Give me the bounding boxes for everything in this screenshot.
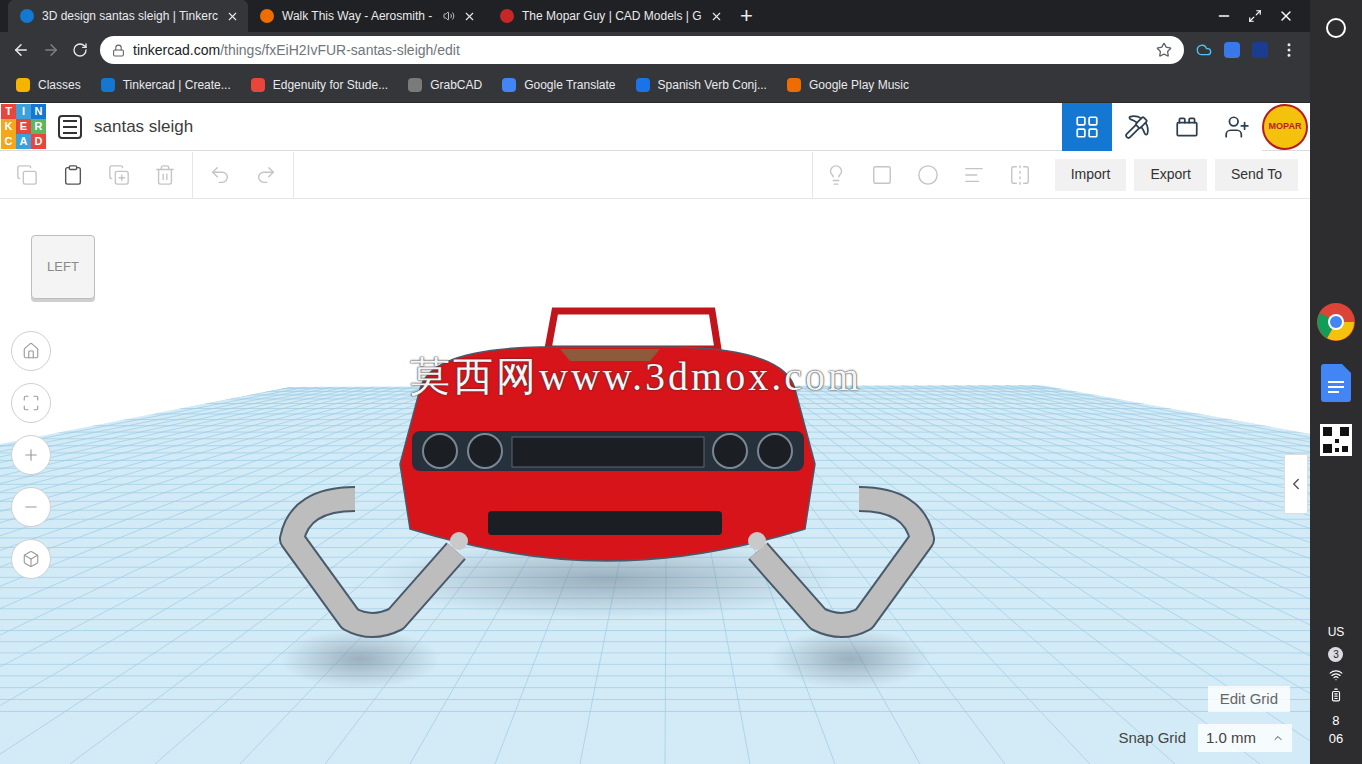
3d-design-nav-button[interactable] [1062, 103, 1112, 151]
lock-icon [112, 44, 125, 57]
browser-window: 3D design santas sleigh | TinkercWalk Th… [0, 0, 1310, 764]
bookmark-favicon-icon [251, 78, 265, 92]
mirror-icon[interactable] [997, 152, 1043, 198]
bookmark[interactable]: Google Play Music [787, 76, 909, 94]
menu-icon[interactable] [1280, 41, 1298, 59]
bookmark[interactable]: Edgenuity for Stude... [251, 76, 388, 94]
screen: 3D design santas sleigh | TinkercWalk Th… [0, 0, 1362, 764]
orthographic-button[interactable] [11, 539, 51, 579]
edit-toolbar: ImportExport Send To [0, 151, 1310, 199]
qr-app-icon[interactable] [1320, 424, 1352, 456]
bookmark[interactable]: Tinkercad | Create... [101, 76, 231, 94]
design-list-button[interactable] [58, 115, 82, 139]
sleigh-runner-icon[interactable] [292, 499, 922, 625]
bookmark-favicon-icon [787, 78, 801, 92]
codeblocks-nav-button[interactable] [1112, 103, 1162, 151]
design-title[interactable]: santas sleigh [94, 114, 193, 140]
bookmark-favicon-icon [636, 78, 650, 92]
delete-icon[interactable] [142, 152, 188, 198]
bookmark-favicon-icon [502, 78, 516, 92]
close-tab-icon[interactable] [710, 10, 723, 23]
reload-icon[interactable] [72, 42, 88, 58]
undo-icon[interactable] [197, 152, 243, 198]
audio-icon [443, 10, 455, 22]
duplicate-icon[interactable] [96, 152, 142, 198]
bookmark-favicon-icon [408, 78, 422, 92]
workplane-viewport[interactable]: 莫西网www.3dmox.com LEFT Edit Grid Snap Grid1.… [0, 199, 1310, 764]
snap-grid: Snap Grid1.0 mm [1118, 724, 1292, 752]
extension-icon[interactable] [1252, 42, 1268, 58]
bricks-nav-button[interactable] [1162, 103, 1212, 151]
user-avatar[interactable]: MOPAR [1262, 104, 1308, 150]
status-area[interactable]: US3806 [1328, 623, 1345, 750]
bookmark[interactable]: Spanish Verb Conj... [636, 76, 767, 94]
copy-icon[interactable] [4, 152, 50, 198]
view-cube[interactable]: LEFT [31, 235, 95, 299]
car-model-icon[interactable] [400, 311, 815, 561]
close-window-icon[interactable] [1278, 8, 1294, 24]
redo-icon[interactable] [243, 152, 289, 198]
watermark: 莫西网www.3dmox.com [410, 347, 862, 407]
close-tab-icon[interactable] [463, 10, 476, 23]
extension-icon[interactable] [1224, 42, 1240, 58]
close-tab-icon[interactable] [226, 10, 239, 23]
edit-grid-button[interactable]: Edit Grid [1208, 686, 1290, 712]
bookmark-star-icon[interactable] [1156, 42, 1172, 58]
launcher-icon[interactable] [1326, 18, 1346, 38]
battery-icon [1329, 688, 1343, 702]
bookmark-favicon-icon [16, 78, 30, 92]
docs-icon[interactable] [1321, 364, 1351, 402]
back-icon[interactable] [12, 41, 30, 59]
share-nav-button[interactable] [1212, 103, 1262, 151]
toolbar-text-button[interactable]: Import [1055, 159, 1127, 191]
restore-icon[interactable] [1248, 9, 1262, 23]
solid-icon[interactable] [859, 152, 905, 198]
hole-icon[interactable] [905, 152, 951, 198]
workplane-icon[interactable] [0, 199, 1310, 764]
bookmark[interactable]: Google Translate [502, 76, 615, 94]
tab-strip: 3D design santas sleigh | TinkercWalk Th… [0, 0, 1310, 32]
address-bar[interactable]: tinkercad.com/things/fxEiH2IvFUR-santas-… [100, 36, 1184, 64]
new-tab-button[interactable]: + [728, 0, 765, 32]
panel-toggle[interactable] [1284, 454, 1308, 514]
zoom-out-button[interactable] [11, 487, 51, 527]
forward-icon[interactable] [42, 41, 60, 59]
browser-tab[interactable]: Walk This Way - Aerosmith - [248, 0, 488, 32]
bookmark[interactable]: GrabCAD [408, 76, 482, 94]
tinkercad-logo[interactable]: TINKERCAD [1, 104, 46, 149]
app-header: TINKERCAD santas sleigh MOPAR [0, 103, 1310, 151]
favicon-icon [20, 9, 34, 23]
zoom-in-button[interactable] [11, 435, 51, 475]
favicon-icon [500, 9, 514, 23]
snap-grid-select[interactable]: 1.0 mm [1198, 724, 1292, 752]
paste-icon[interactable] [50, 152, 96, 198]
toolbar-text-button[interactable]: Send To [1215, 159, 1298, 191]
view-controls [11, 331, 51, 579]
chrome-icon[interactable] [1316, 302, 1356, 342]
toolbar-text-button[interactable]: Export [1134, 159, 1206, 191]
bookmark[interactable]: Classes [16, 76, 81, 94]
align-icon[interactable] [951, 152, 997, 198]
notification-count[interactable]: 3 [1328, 647, 1343, 662]
favicon-icon [260, 9, 274, 23]
home-view-button[interactable] [11, 331, 51, 371]
browser-toolbar: tinkercad.com/things/fxEiH2IvFUR-santas-… [0, 32, 1310, 68]
extension-icon[interactable] [1196, 42, 1212, 58]
os-shelf: US3806 [1310, 0, 1362, 764]
browser-tab[interactable]: The Mopar Guy | CAD Models | G [488, 0, 728, 32]
bookmarks-bar: Classes Tinkercad | Create... Edgenuity fo… [0, 68, 1310, 103]
lightbulb-icon[interactable] [813, 152, 859, 198]
browser-tab[interactable]: 3D design santas sleigh | Tinkerc [8, 0, 248, 32]
bookmark-favicon-icon [101, 78, 115, 92]
minimize-icon[interactable] [1216, 8, 1232, 24]
wifi-icon [1329, 668, 1343, 682]
fit-view-button[interactable] [11, 383, 51, 423]
